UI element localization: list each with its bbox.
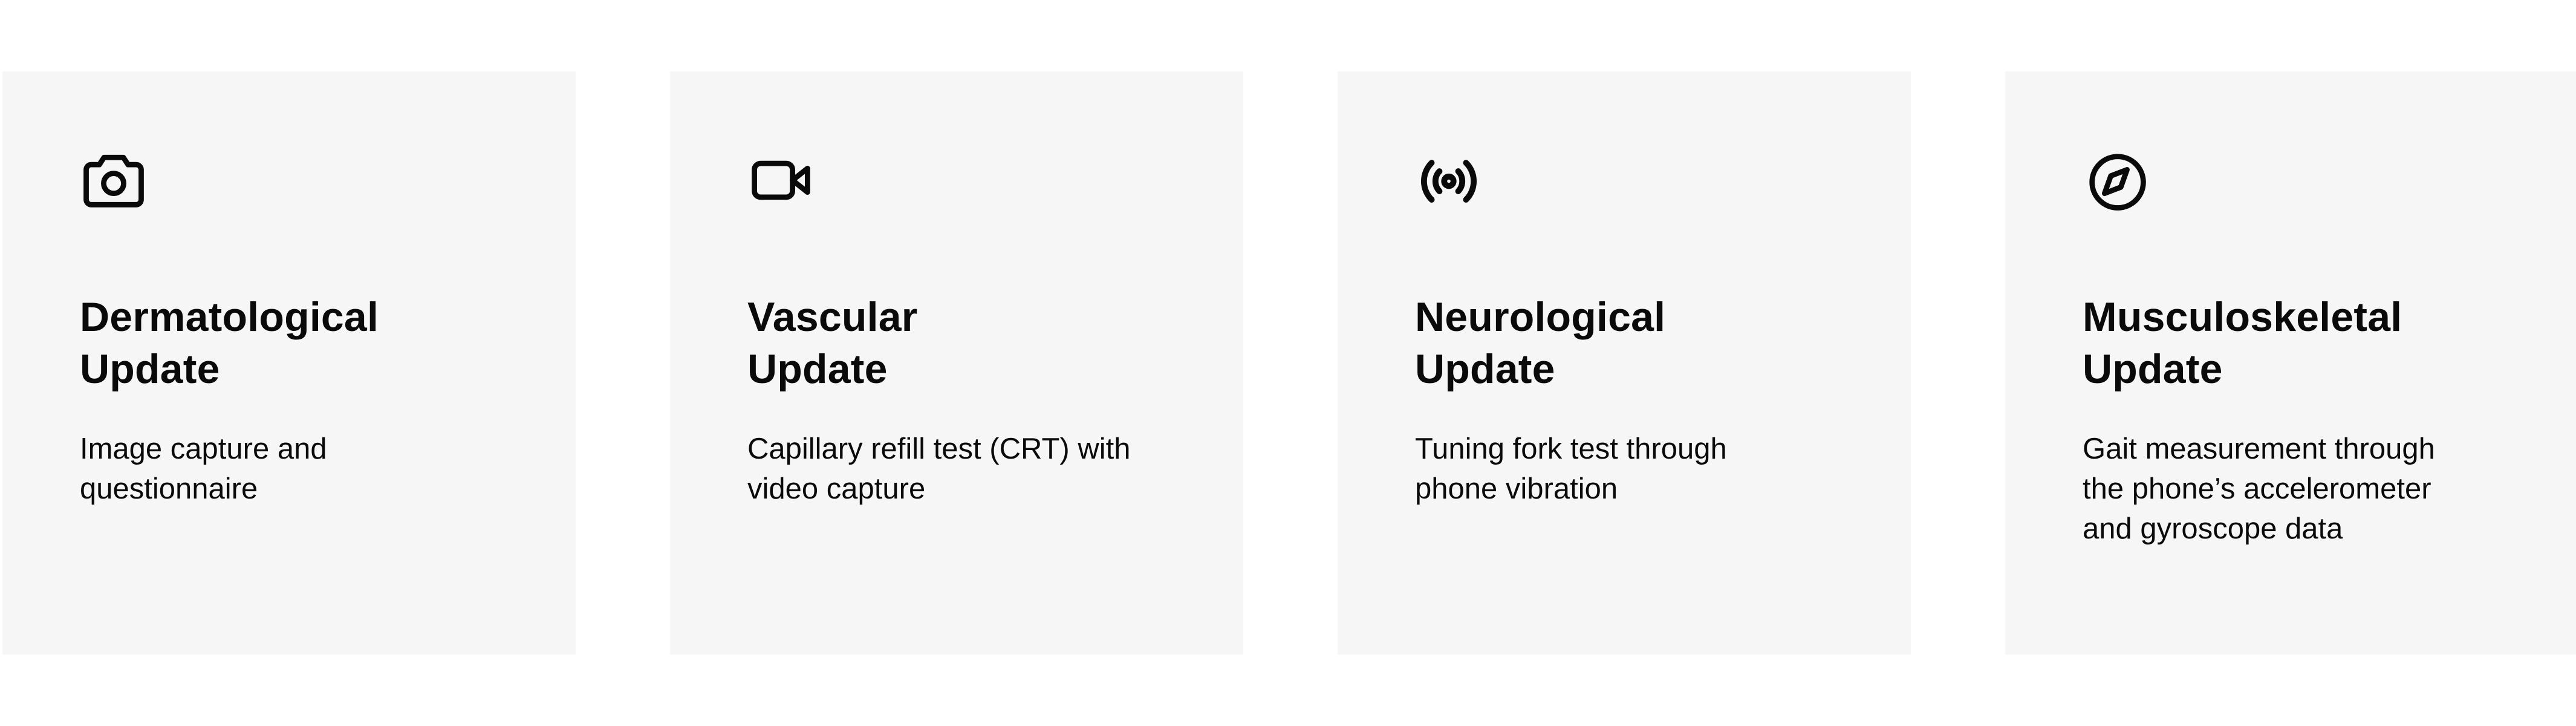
card-description: Image capture and questionnaire (80, 433, 327, 505)
camera-icon (76, 143, 151, 218)
feature-card-list: Dermatological Update Image capture and … (2, 71, 2576, 655)
card-title: Neurological Update (1415, 294, 1666, 392)
card-neurological: Neurological Update Tuning fork test thr… (1338, 71, 1911, 655)
card-description: Tuning fork test through phone vibration (1415, 433, 1727, 505)
card-dermatological: Dermatological Update Image capture and … (2, 71, 576, 655)
card-vascular: Vascular Update Capillary refill test (C… (670, 71, 1243, 655)
broadcast-icon (1411, 143, 1486, 218)
card-title: Vascular Update (747, 294, 918, 392)
card-title: Dermatological Update (80, 294, 379, 392)
video-icon (744, 143, 819, 218)
compass-icon (2079, 143, 2154, 218)
card-description: Capillary refill test (CRT) with video c… (747, 433, 1131, 505)
card-musculoskeletal: Musculoskeletal Update Gait measurement … (2005, 71, 2576, 655)
card-title: Musculoskeletal Update (2083, 294, 2402, 392)
card-description: Gait measurement through the phone’s acc… (2083, 433, 2435, 545)
